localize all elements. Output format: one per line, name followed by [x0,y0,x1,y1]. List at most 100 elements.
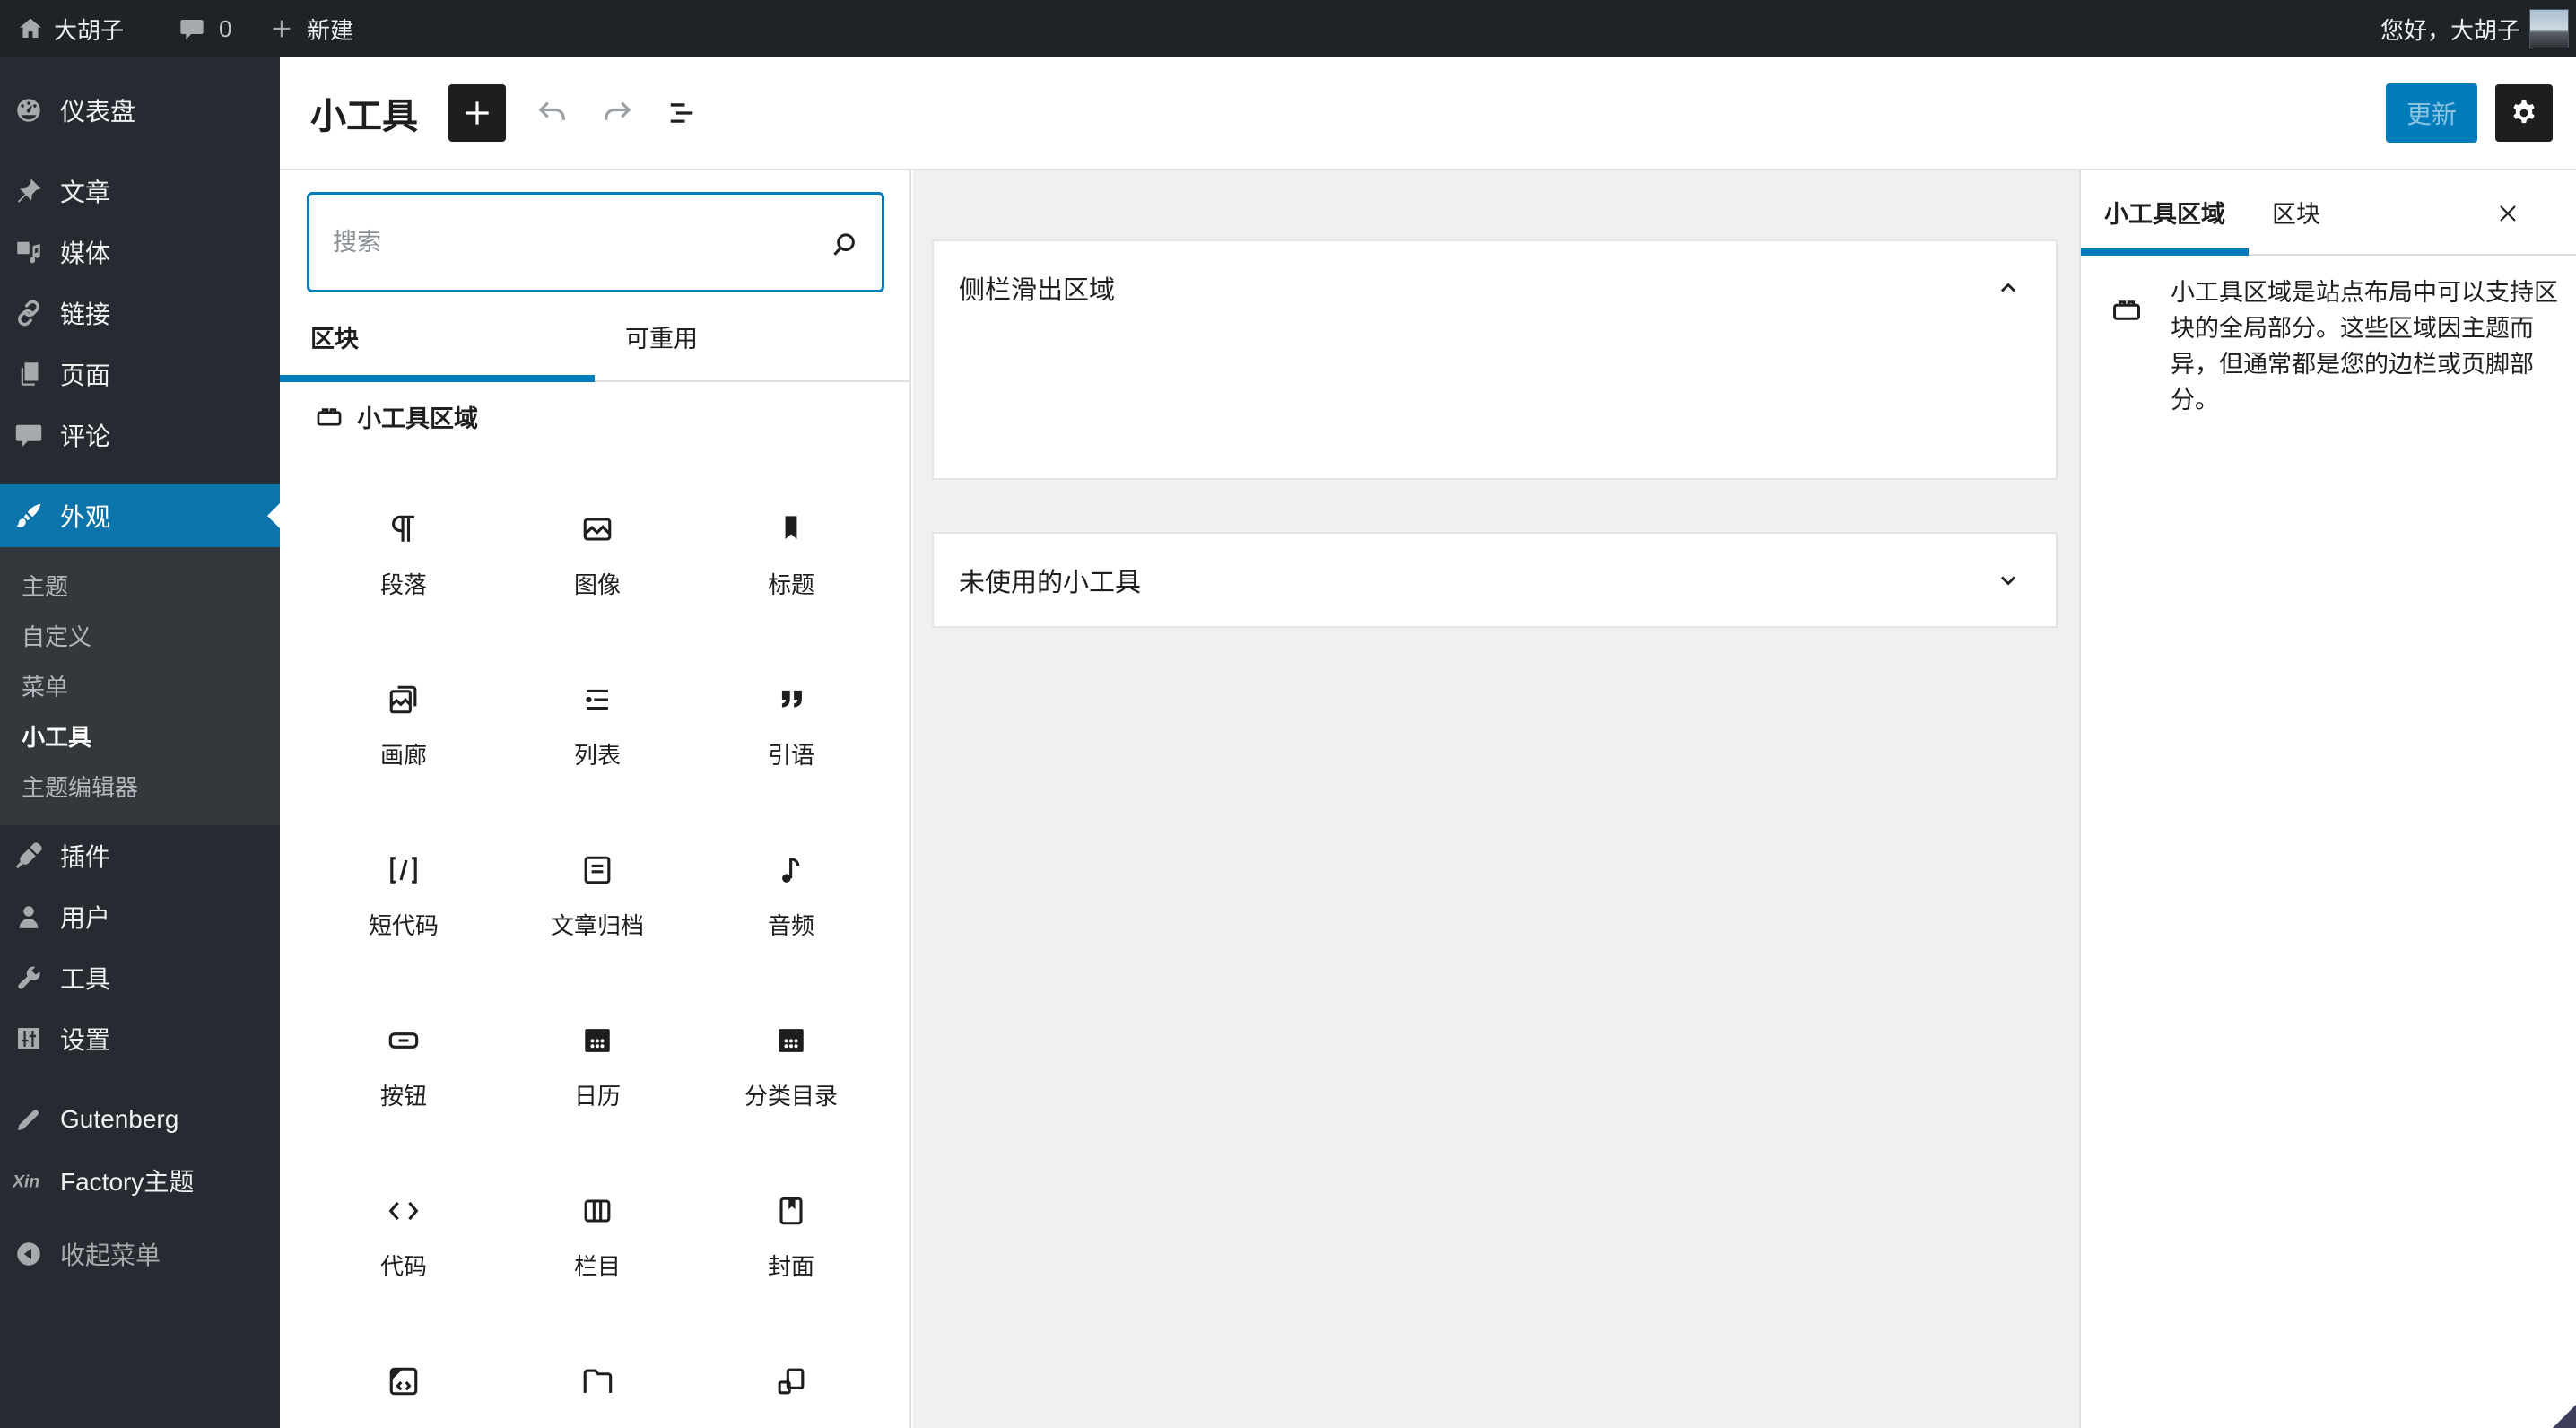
block-type-item[interactable]: 文章归档 [500,797,694,967]
block-type-item[interactable]: 封面 [694,1137,888,1308]
sidebar-menu-item[interactable]: 用户 [0,886,280,947]
block-type-item[interactable]: 分类目录 [694,967,888,1137]
sidebar-item-appearance[interactable]: 外观 [0,484,280,547]
block-type-item[interactable]: 音频 [694,797,888,967]
widget-areas-section-header: 小工具区域 [280,396,478,436]
block-type-item[interactable]: 画廊 [307,626,500,797]
archives-icon [578,850,617,890]
sidebar-menu-item[interactable]: Gutenberg [0,1089,280,1150]
svg-text:Xin: Xin [13,1172,39,1192]
block-inserter-toggle-button[interactable] [448,84,506,142]
code-icon [384,1191,423,1231]
new-content-button[interactable] [269,0,294,57]
block-type-item[interactable]: 短代码 [307,797,500,967]
plugins-icon [13,840,45,872]
block-grid: 段落 图像 标题 画廊 列表 引语 短代码 文章归档 音频 按钮 日历 分类目录… [307,456,888,1428]
undo-icon [534,94,571,132]
toggle-area-button[interactable] [1993,565,2023,596]
admin-menu-top: 仪表盘 文章 媒体 链接 页面 评论 [0,57,280,466]
block-type-item[interactable] [307,1308,500,1428]
appearance-submenu-item[interactable]: 主题 [0,560,280,610]
appearance-submenu: 主题 自定义 菜单 小工具 主题编辑器 [0,547,280,825]
wordpress-widgets-editor: 大胡子 0 新建 您好，大胡子 仪表盘 文章 媒体 链接 页面 评论 外观 主题… [0,0,2576,1428]
sidebar-menu-item[interactable]: 插件 [0,825,280,886]
sidebar-menu-item[interactable]: 设置 [0,1008,280,1069]
chevron-down-icon [1993,565,2023,596]
appearance-icon [13,500,45,532]
appearance-submenu-item[interactable]: 主题编辑器 [0,761,280,811]
block-type-item[interactable]: 标题 [694,456,888,626]
block-type-item[interactable]: 日历 [500,967,694,1137]
list-view-button[interactable] [663,94,701,132]
update-button[interactable]: 更新 [2386,83,2477,143]
sidebar-menu-item[interactable]: 仪表盘 [0,80,280,141]
sidebar-menu-item[interactable]: 评论 [0,405,280,466]
sidebar-menu-item[interactable]: 工具 [0,947,280,1008]
sidebar-menu-item[interactable]: 页面 [0,344,280,405]
heading-icon [771,509,811,549]
block-type-item[interactable]: 图像 [500,456,694,626]
gutenberg-icon [13,1103,45,1136]
appearance-submenu-item[interactable]: 小工具 [0,710,280,761]
inserter-tab[interactable]: 区块 [280,292,595,382]
admin-bar: 大胡子 0 新建 您好，大胡子 [0,0,2576,57]
block-type-item[interactable]: 代码 [307,1137,500,1308]
collapse-menu-button[interactable]: 收起菜单 [0,1223,280,1284]
user-greeting[interactable]: 您好，大胡子 [2380,0,2520,57]
block-type-item[interactable] [694,1308,888,1428]
users-icon [13,901,45,933]
resize-grip[interactable] [2553,1405,2576,1428]
block-type-item[interactable]: 栏目 [500,1137,694,1308]
toggle-area-button[interactable] [1993,273,2023,303]
paragraph-icon [384,509,423,549]
widget-area-header[interactable]: 侧栏滑出区域 [934,241,2056,335]
comment-count: 0 [219,14,232,42]
gear-icon [2507,96,2541,130]
sidebar-menu-item[interactable]: 文章 [0,161,280,222]
search-input[interactable] [309,195,882,290]
search-box [307,192,884,292]
redo-button[interactable] [598,94,636,132]
block-type-item[interactable]: 段落 [307,456,500,626]
block-type-item[interactable]: 列表 [500,626,694,797]
appearance-submenu-item[interactable]: 自定义 [0,610,280,660]
settings-tab[interactable]: 区块 [2249,170,2344,254]
appearance-submenu-item[interactable]: 菜单 [0,660,280,710]
avatar[interactable] [2529,9,2569,48]
sidebar-menu-item[interactable]: 链接 [0,283,280,344]
redo-icon [598,94,636,132]
tools-icon [13,962,45,994]
media-icon [13,236,45,268]
admin-menu-plugins: Gutenberg Xin Factory主题 [0,1089,280,1211]
admin-menu: 仪表盘 文章 媒体 链接 页面 评论 外观 主题 自定义 菜单 小工具 主题编辑… [0,57,280,1428]
new-content-label[interactable]: 新建 [307,0,353,57]
settings-tab[interactable]: 小工具区域 [2081,170,2249,256]
widget-area-header[interactable]: 未使用的小工具 [934,534,2056,626]
comments-icon [13,419,45,451]
dashboard-icon [13,94,45,126]
home-icon [16,14,45,43]
settings-sidebar: 小工具区域 区块 小工具区域是站点布局中可以支持区块的全局部分。这些区域因主题而异… [2079,170,2576,1428]
sidebar-menu-item[interactable]: 媒体 [0,222,280,283]
chevron-up-icon [1993,273,2023,303]
close-settings-button[interactable] [2493,199,2522,228]
list-icon [578,680,617,719]
block-type-item[interactable]: 引语 [694,626,888,797]
html-icon [384,1362,423,1401]
posts-icon [13,175,45,207]
calendar-icon [578,1021,617,1060]
settings-toggle-button[interactable] [2495,84,2553,142]
widget-area-panel: 侧栏滑出区域 [932,239,2058,480]
inserter-tab[interactable]: 可重用 [595,292,909,380]
gallery-icon [384,680,423,719]
site-name-link[interactable]: 大胡子 [54,0,124,57]
site-home-link[interactable] [16,0,45,57]
block-type-item[interactable]: 按钮 [307,967,500,1137]
columns-icon [578,1191,617,1231]
active-menu-arrow [267,503,280,528]
block-type-item[interactable] [500,1308,694,1428]
widget-area-panel: 未使用的小工具 [932,532,2058,628]
undo-button[interactable] [534,94,571,132]
comments-shortcut[interactable] [178,0,206,57]
sidebar-menu-item[interactable]: Xin Factory主题 [0,1150,280,1211]
